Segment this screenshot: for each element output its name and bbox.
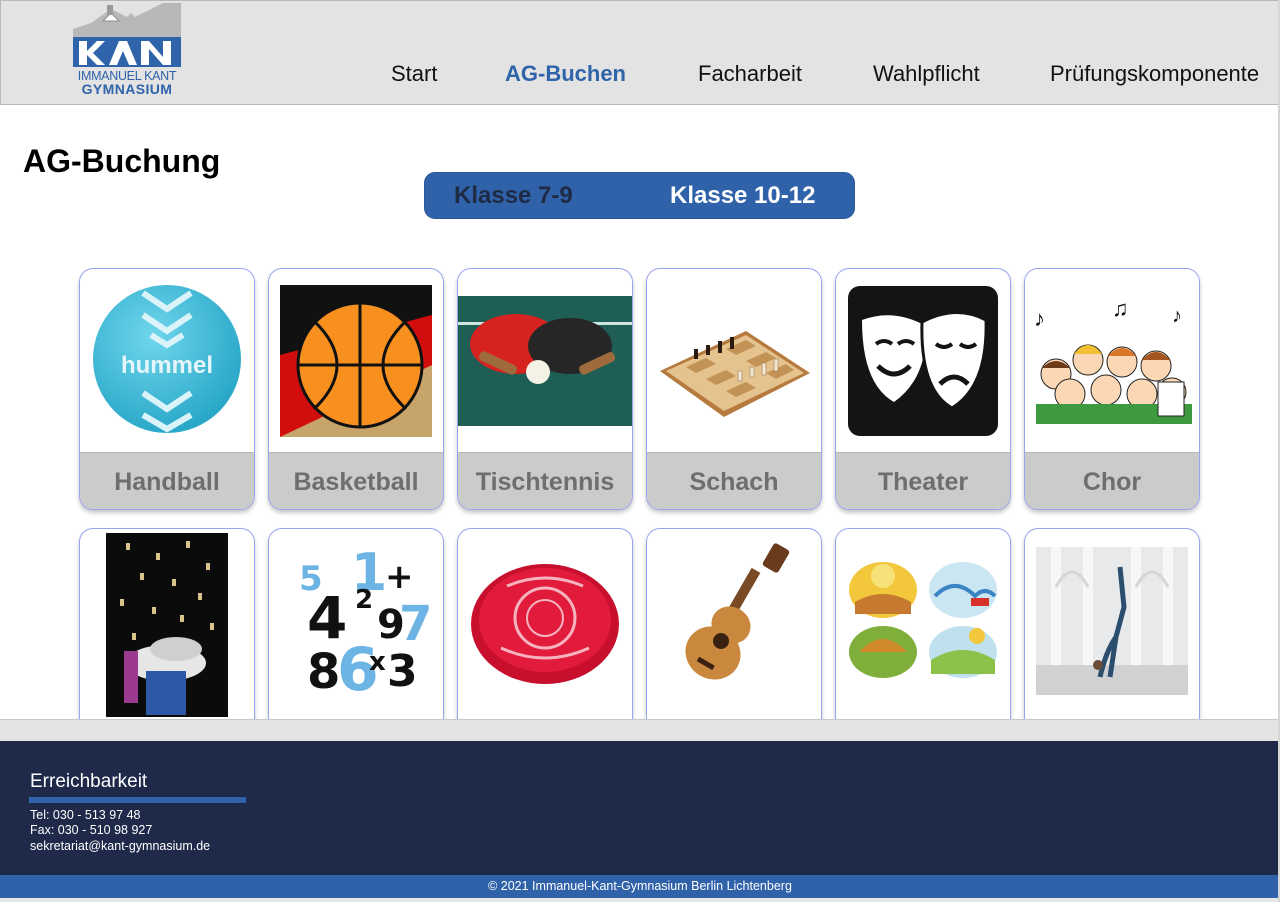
yoga-image xyxy=(1025,529,1199,712)
nav-pruefungskomponente[interactable]: Prüfungskomponente xyxy=(1050,61,1259,89)
ag-card-row2-2[interactable]: 5 1 + 4 2 9 7 8 6 x 3 xyxy=(268,528,444,719)
seasons-image xyxy=(836,529,1010,712)
copyright-bar: © 2021 Immanuel-Kant-Gymnasium Berlin Li… xyxy=(0,875,1280,898)
card-label: Theater xyxy=(836,452,1010,509)
ag-card-schach[interactable]: Schach xyxy=(646,268,822,510)
page: IMMANUEL KANT GYMNASIUM Start AG-Buchen … xyxy=(0,0,1280,902)
nav-facharbeit[interactable]: Facharbeit xyxy=(698,61,802,89)
ag-card-basketball[interactable]: Basketball xyxy=(268,268,444,510)
nav-wahlpflicht[interactable]: Wahlpflicht xyxy=(873,61,980,89)
ag-card-chor[interactable]: ♪ ♫ ♪ Chor xyxy=(1024,268,1200,510)
main-content: AG-Buchung Klasse 7-9 Klasse 10-12 humme… xyxy=(0,105,1280,719)
guitar-image xyxy=(647,529,821,712)
toggle-klasse-7-9[interactable]: Klasse 7-9 xyxy=(454,173,573,218)
footer-heading-underline xyxy=(29,797,246,803)
nav-start[interactable]: Start xyxy=(391,61,437,89)
handball-image: hummel xyxy=(80,269,254,452)
toggle-klasse-10-12[interactable]: Klasse 10-12 xyxy=(670,173,815,218)
ag-card-row2-5[interactable] xyxy=(835,528,1011,719)
svg-text:x: x xyxy=(369,647,386,677)
ag-card-row2-6[interactable] xyxy=(1024,528,1200,719)
science-experiment-image xyxy=(80,529,254,717)
ag-card-tischtennis[interactable]: Tischtennis xyxy=(457,268,633,510)
frisbee-image xyxy=(458,529,632,712)
ag-card-row2-3[interactable] xyxy=(457,528,633,719)
school-logo[interactable]: IMMANUEL KANT GYMNASIUM xyxy=(71,3,183,97)
card-label: Tischtennis xyxy=(458,452,632,509)
theater-masks-image xyxy=(836,269,1010,452)
numbers-image: 5 1 + 4 2 9 7 8 6 x 3 xyxy=(269,529,443,712)
ag-card-handball[interactable]: hummel Handball xyxy=(79,268,255,510)
school-building-icon xyxy=(73,3,181,67)
class-level-toggle: Klasse 7-9 Klasse 10-12 xyxy=(424,172,855,219)
svg-text:+: + xyxy=(385,557,414,597)
svg-text:7: 7 xyxy=(399,596,431,652)
svg-text:♪: ♪ xyxy=(1172,305,1182,327)
footer-heading: Erreichbarkeit xyxy=(30,771,148,792)
footer-fax: Fax: 030 - 510 98 927 xyxy=(30,823,153,837)
choir-image: ♪ ♫ ♪ xyxy=(1025,269,1199,452)
footer-email[interactable]: sekretariat@kant-gymnasium.de xyxy=(30,839,210,854)
site-header: IMMANUEL KANT GYMNASIUM Start AG-Buchen … xyxy=(0,0,1280,105)
card-label: Schach xyxy=(647,452,821,509)
svg-text:2: 2 xyxy=(355,585,373,615)
svg-text:8: 8 xyxy=(307,644,340,696)
content-divider xyxy=(0,719,1280,741)
svg-text:♫: ♫ xyxy=(1112,296,1129,321)
svg-text:♪: ♪ xyxy=(1034,306,1045,331)
svg-text:hummel: hummel xyxy=(121,352,213,379)
chess-image xyxy=(647,269,821,452)
card-label: Basketball xyxy=(269,452,443,509)
page-title: AG-Buchung xyxy=(23,143,221,179)
nav-ag-buchen[interactable]: AG-Buchen xyxy=(505,61,626,89)
table-tennis-image xyxy=(458,269,632,452)
ag-card-row2-4[interactable] xyxy=(646,528,822,719)
site-footer: Erreichbarkeit Tel: 030 - 513 97 48 Fax:… xyxy=(0,741,1280,875)
basketball-image xyxy=(269,269,443,452)
bottom-edge xyxy=(0,898,1280,902)
card-label: Chor xyxy=(1025,452,1199,509)
ag-card-row2-1[interactable] xyxy=(79,528,255,719)
logo-text-line2: GYMNASIUM xyxy=(81,81,173,97)
ag-card-theater[interactable]: Theater xyxy=(835,268,1011,510)
card-label: Handball xyxy=(80,452,254,509)
footer-tel: Tel: 030 - 513 97 48 xyxy=(30,808,141,822)
svg-text:3: 3 xyxy=(387,646,418,696)
